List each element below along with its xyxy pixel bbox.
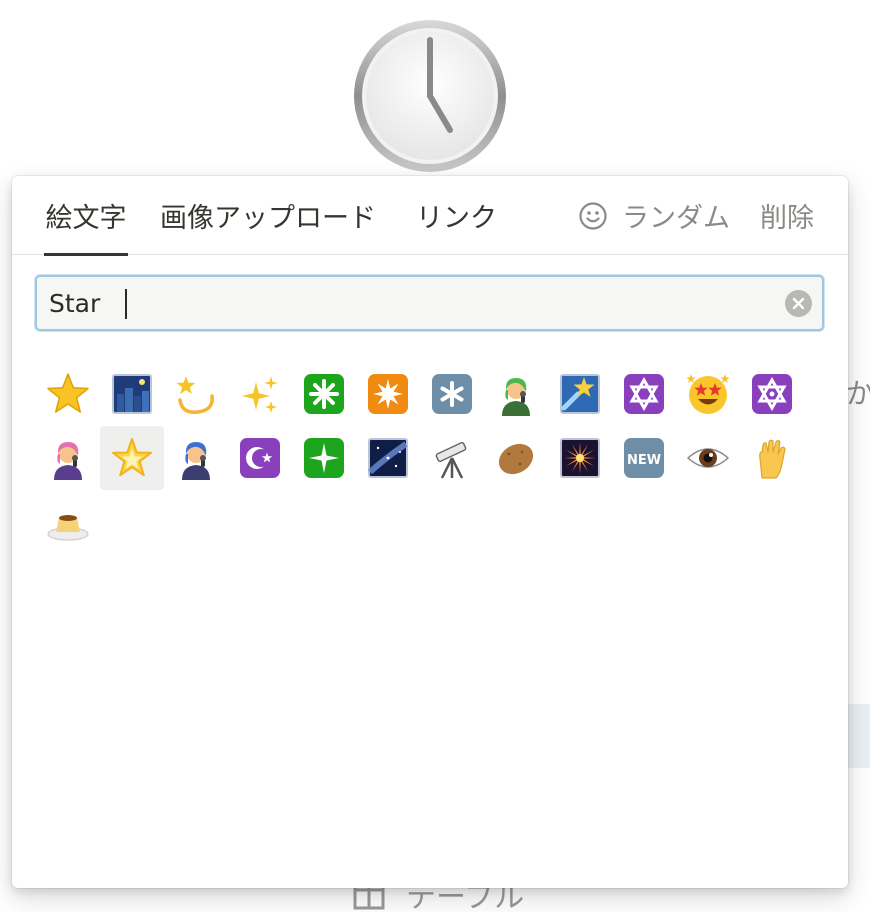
sparkles-icon: [242, 376, 278, 413]
clear-search-button[interactable]: [785, 290, 812, 317]
tab-image-upload[interactable]: 画像アップロード: [160, 176, 376, 255]
emoji-sparkle[interactable]: [292, 426, 356, 490]
eight-pointed-star-icon: [368, 374, 408, 414]
emoji-search-box: [35, 275, 824, 331]
emoji-eight-spoked-asterisk[interactable]: [292, 362, 356, 426]
emoji-eye[interactable]: [676, 426, 740, 490]
emoji-eight-pointed-star[interactable]: [356, 362, 420, 426]
star-struck-icon: [686, 374, 730, 414]
star-and-crescent-icon: [240, 438, 280, 478]
shooting-star-icon: [560, 374, 600, 414]
emoji-star-of-david[interactable]: [612, 362, 676, 426]
emoji-star-and-crescent[interactable]: [228, 426, 292, 490]
six-pointed-star-icon: [752, 374, 792, 414]
emoji-singer-blue[interactable]: [164, 426, 228, 490]
emoji-glowing-star[interactable]: [100, 426, 164, 490]
singer-green-icon: [502, 378, 530, 416]
emoji-night-city[interactable]: [100, 362, 164, 426]
star-of-david-icon: [624, 374, 664, 414]
emoji-potato[interactable]: [484, 426, 548, 490]
keycap-asterisk-icon: [432, 374, 472, 414]
background-peek-text: か: [846, 377, 870, 410]
emoji-singer-pink[interactable]: [36, 426, 100, 490]
vulcan-salute-icon: [759, 439, 786, 479]
night-city-icon: [112, 374, 152, 414]
emoji-star[interactable]: [36, 362, 100, 426]
emoji-singer-green[interactable]: [484, 362, 548, 426]
picker-tab-bar: 絵文字 画像アップロード リンク ランダム 削除: [12, 176, 848, 256]
emoji-telescope[interactable]: [420, 426, 484, 490]
random-button-label: ランダム: [622, 203, 730, 234]
tab-emoji[interactable]: 絵文字: [44, 176, 128, 256]
text-caret: [125, 289, 127, 319]
emoji-star-struck[interactable]: [676, 362, 740, 426]
emoji-six-pointed-star[interactable]: [740, 362, 804, 426]
emoji-dizzy[interactable]: [164, 362, 228, 426]
random-button[interactable]: ランダム: [578, 176, 730, 255]
emoji-keycap-asterisk[interactable]: [420, 362, 484, 426]
eye-icon: [686, 448, 730, 468]
clock-five-icon[interactable]: [352, 18, 508, 174]
emoji-search-input[interactable]: [49, 277, 779, 329]
custard-icon: [47, 515, 89, 541]
emoji-picker-popover: 絵文字 画像アップロード リンク ランダム 削除 NEW: [12, 176, 848, 888]
dizzy-icon: [176, 376, 214, 414]
milky-way-icon: [368, 438, 408, 478]
singer-blue-icon: [182, 442, 210, 480]
new-button-icon: NEW: [624, 438, 664, 478]
tab-link[interactable]: リンク: [416, 176, 497, 255]
emoji-new-button[interactable]: NEW: [612, 426, 676, 490]
emoji-custard[interactable]: [36, 490, 100, 554]
sparkle-icon: [304, 438, 344, 478]
clear-icon: [792, 297, 805, 310]
emoji-fireworks[interactable]: [548, 426, 612, 490]
emoji-shooting-star[interactable]: [548, 362, 612, 426]
potato-icon: [498, 443, 534, 475]
emoji-results-grid: NEW: [36, 362, 836, 554]
fireworks-icon: [560, 438, 600, 478]
telescope-icon: [435, 441, 467, 479]
star-icon: [47, 373, 89, 413]
eight-spoked-asterisk-icon: [304, 374, 344, 414]
emoji-sparkles[interactable]: [228, 362, 292, 426]
glowing-star-icon: [112, 438, 152, 477]
smiley-icon: [579, 201, 607, 230]
singer-pink-icon: [54, 442, 82, 480]
emoji-milky-way[interactable]: [356, 426, 420, 490]
emoji-vulcan-salute[interactable]: [740, 426, 804, 490]
svg-text:NEW: NEW: [627, 453, 661, 468]
delete-button[interactable]: 削除: [760, 176, 814, 255]
